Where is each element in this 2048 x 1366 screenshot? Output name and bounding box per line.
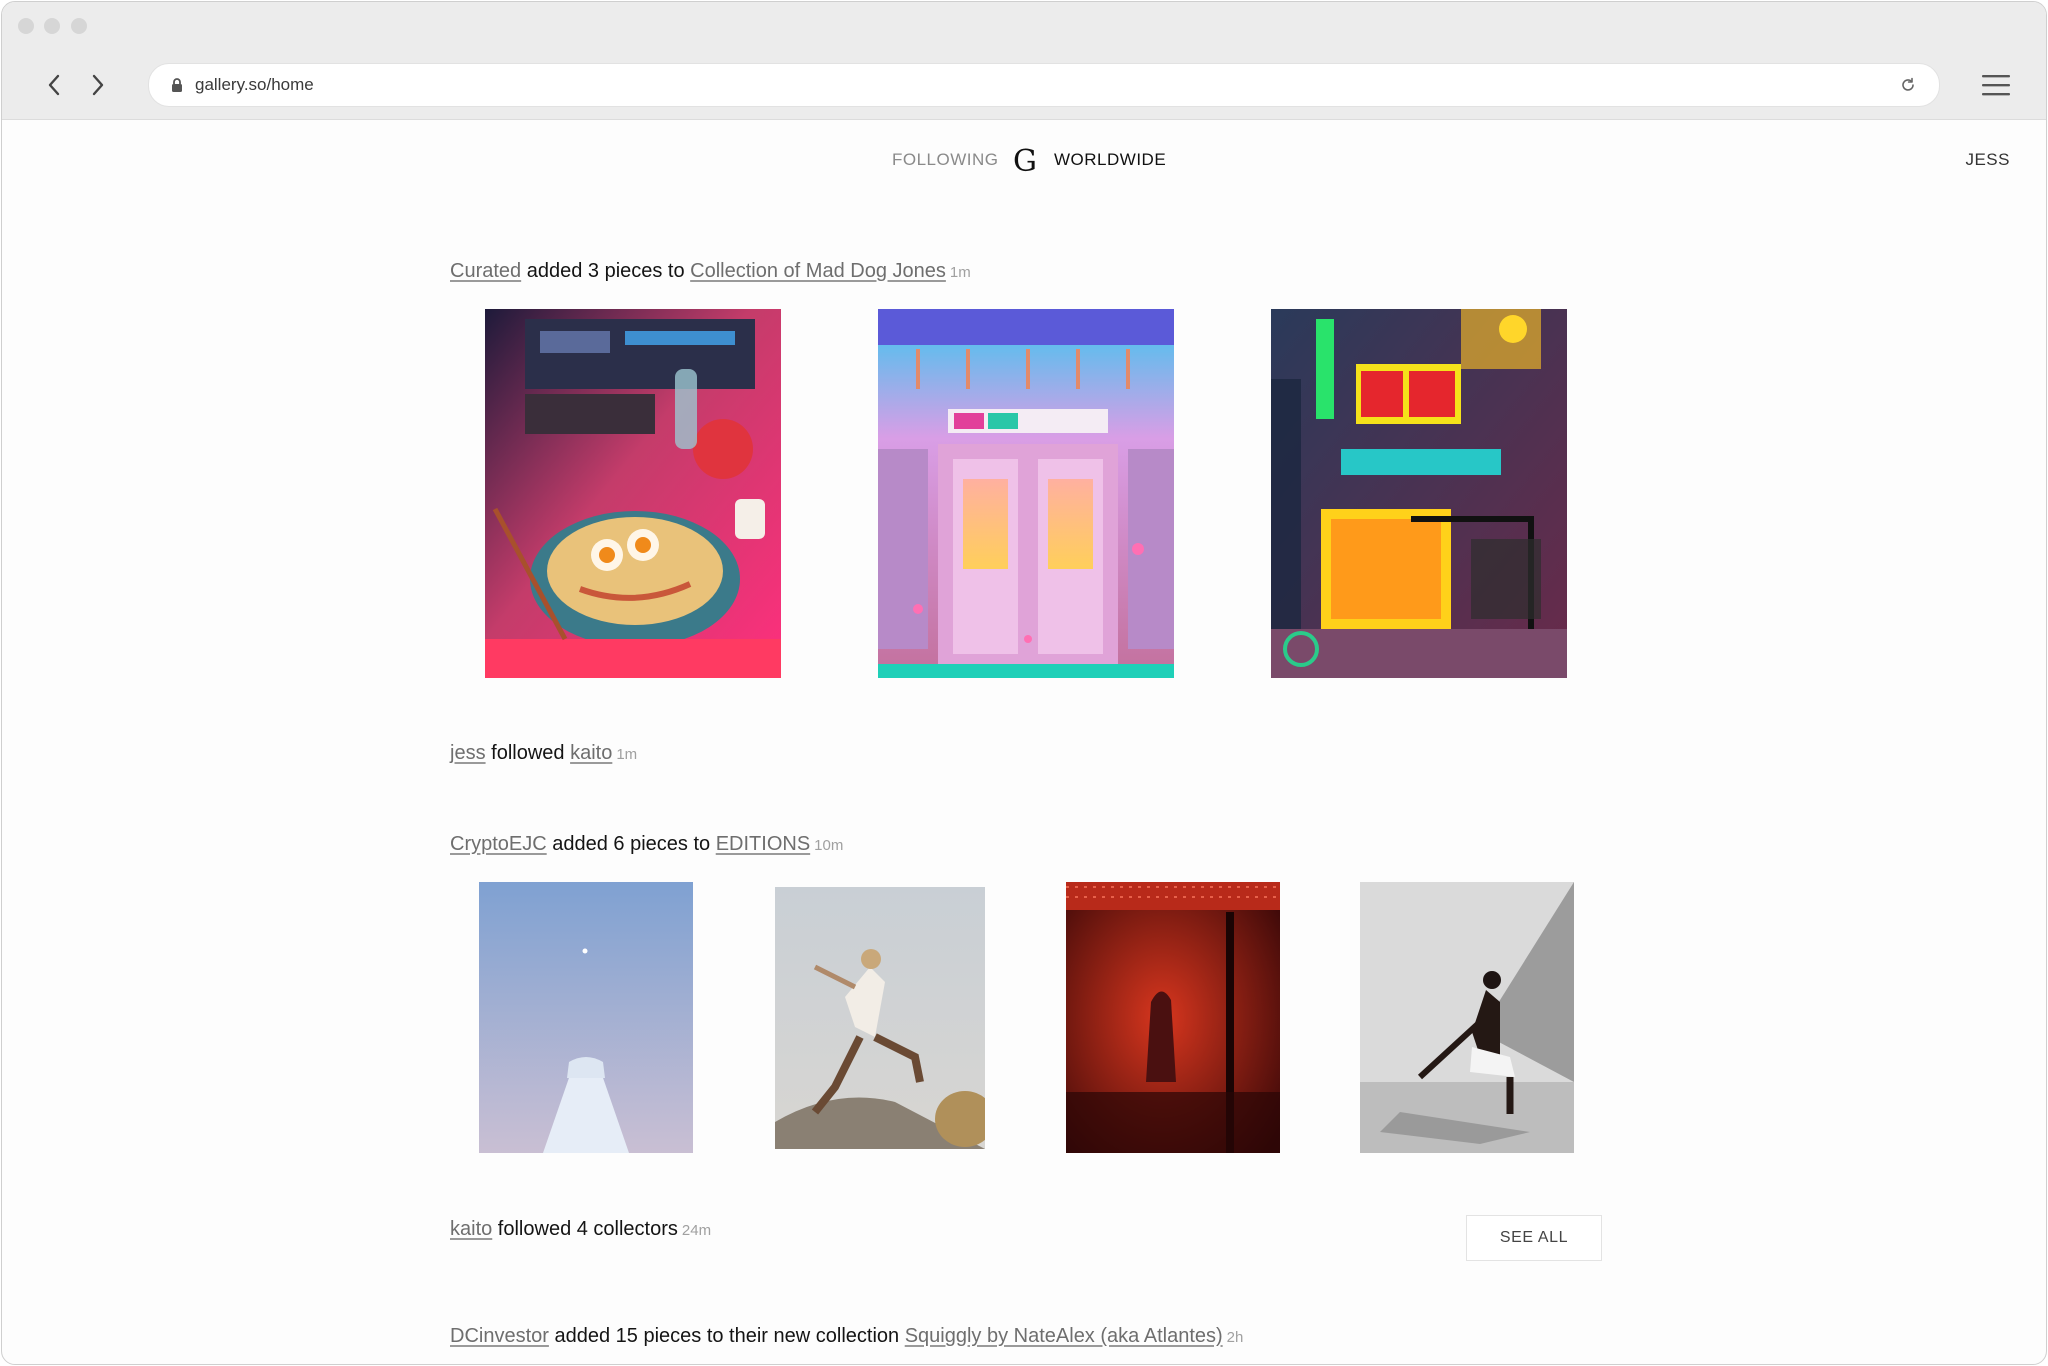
tab-following[interactable]: FOLLOWING	[892, 150, 999, 170]
feed-action-text: followed	[485, 742, 571, 764]
actor-link[interactable]: CryptoEJC	[450, 833, 547, 855]
feed-action-text: added 15 pieces to their new collection	[548, 1325, 905, 1347]
zoom-window-dot[interactable]	[71, 18, 87, 34]
actor-link[interactable]: jess	[450, 742, 486, 764]
jumping-figure-photo[interactable]	[775, 887, 985, 1149]
actor-link[interactable]: DCinvestor	[450, 1325, 549, 1347]
minimize-window-dot[interactable]	[44, 18, 60, 34]
red-silhouette-photo[interactable]	[1066, 882, 1280, 1153]
neon-street-sign-artwork[interactable]	[1271, 309, 1567, 678]
floating-dress-photo[interactable]	[479, 882, 693, 1153]
timestamp: 1m	[949, 264, 971, 281]
forward-button[interactable]	[81, 68, 115, 102]
actor-link[interactable]: kaito	[450, 1218, 492, 1240]
timestamp: 24m	[681, 1222, 712, 1239]
timestamp: 2h	[1226, 1329, 1244, 1346]
browser-chrome: gallery.so/home	[2, 2, 2046, 120]
pink-subway-car-artwork[interactable]	[878, 309, 1174, 678]
top-navigation: FOLLOWING G WORLDWIDE JESS	[2, 144, 2046, 179]
see-all-button[interactable]: SEE ALL	[1466, 1215, 1602, 1261]
crouching-figure-photo[interactable]	[1360, 882, 1574, 1153]
chevron-right-icon	[92, 74, 104, 96]
collection-link[interactable]: EDITIONS	[716, 833, 810, 855]
feed-action-text: followed 4 collectors	[492, 1218, 678, 1240]
ramen-still-life-artwork[interactable]	[485, 309, 781, 678]
browser-window: gallery.so/home FOLLOWING G WORLDWIDE JE…	[1, 1, 2047, 1365]
feed-item: jess followed kaito 1m	[450, 742, 637, 765]
address-bar[interactable]: gallery.so/home	[148, 63, 1940, 107]
url-text[interactable]: gallery.so/home	[195, 75, 314, 95]
timestamp: 1m	[616, 746, 638, 763]
feed-action-text: added 6 pieces to	[546, 833, 716, 855]
back-button[interactable]	[37, 68, 71, 102]
feed-item: CryptoEJC added 6 pieces to EDITIONS 10m	[450, 833, 843, 856]
followed-user-link[interactable]: kaito	[570, 742, 612, 764]
feed-item: kaito followed 4 collectors 24m	[450, 1218, 711, 1241]
reload-icon[interactable]	[1897, 74, 1919, 96]
chevron-left-icon	[48, 74, 60, 96]
feed-item: Curated added 3 pieces to Collection of …	[450, 260, 971, 283]
tab-worldwide[interactable]: WORLDWIDE	[1054, 150, 1166, 170]
feed-action-text: added 3 pieces to	[521, 260, 691, 282]
lock-icon	[169, 76, 185, 94]
user-menu-link[interactable]: JESS	[1965, 150, 2010, 170]
close-window-dot[interactable]	[18, 18, 34, 34]
collection-link[interactable]: Squiggly by NateAlex (aka Atlantes)	[905, 1325, 1223, 1347]
collection-link[interactable]: Collection of Mad Dog Jones	[690, 260, 946, 282]
actor-link[interactable]: Curated	[450, 260, 521, 282]
timestamp: 10m	[814, 837, 844, 854]
gallery-logo[interactable]: G	[1013, 144, 1037, 179]
feed-item: DCinvestor added 15 pieces to their new …	[450, 1325, 1243, 1348]
hamburger-menu-icon[interactable]	[1981, 72, 2011, 98]
